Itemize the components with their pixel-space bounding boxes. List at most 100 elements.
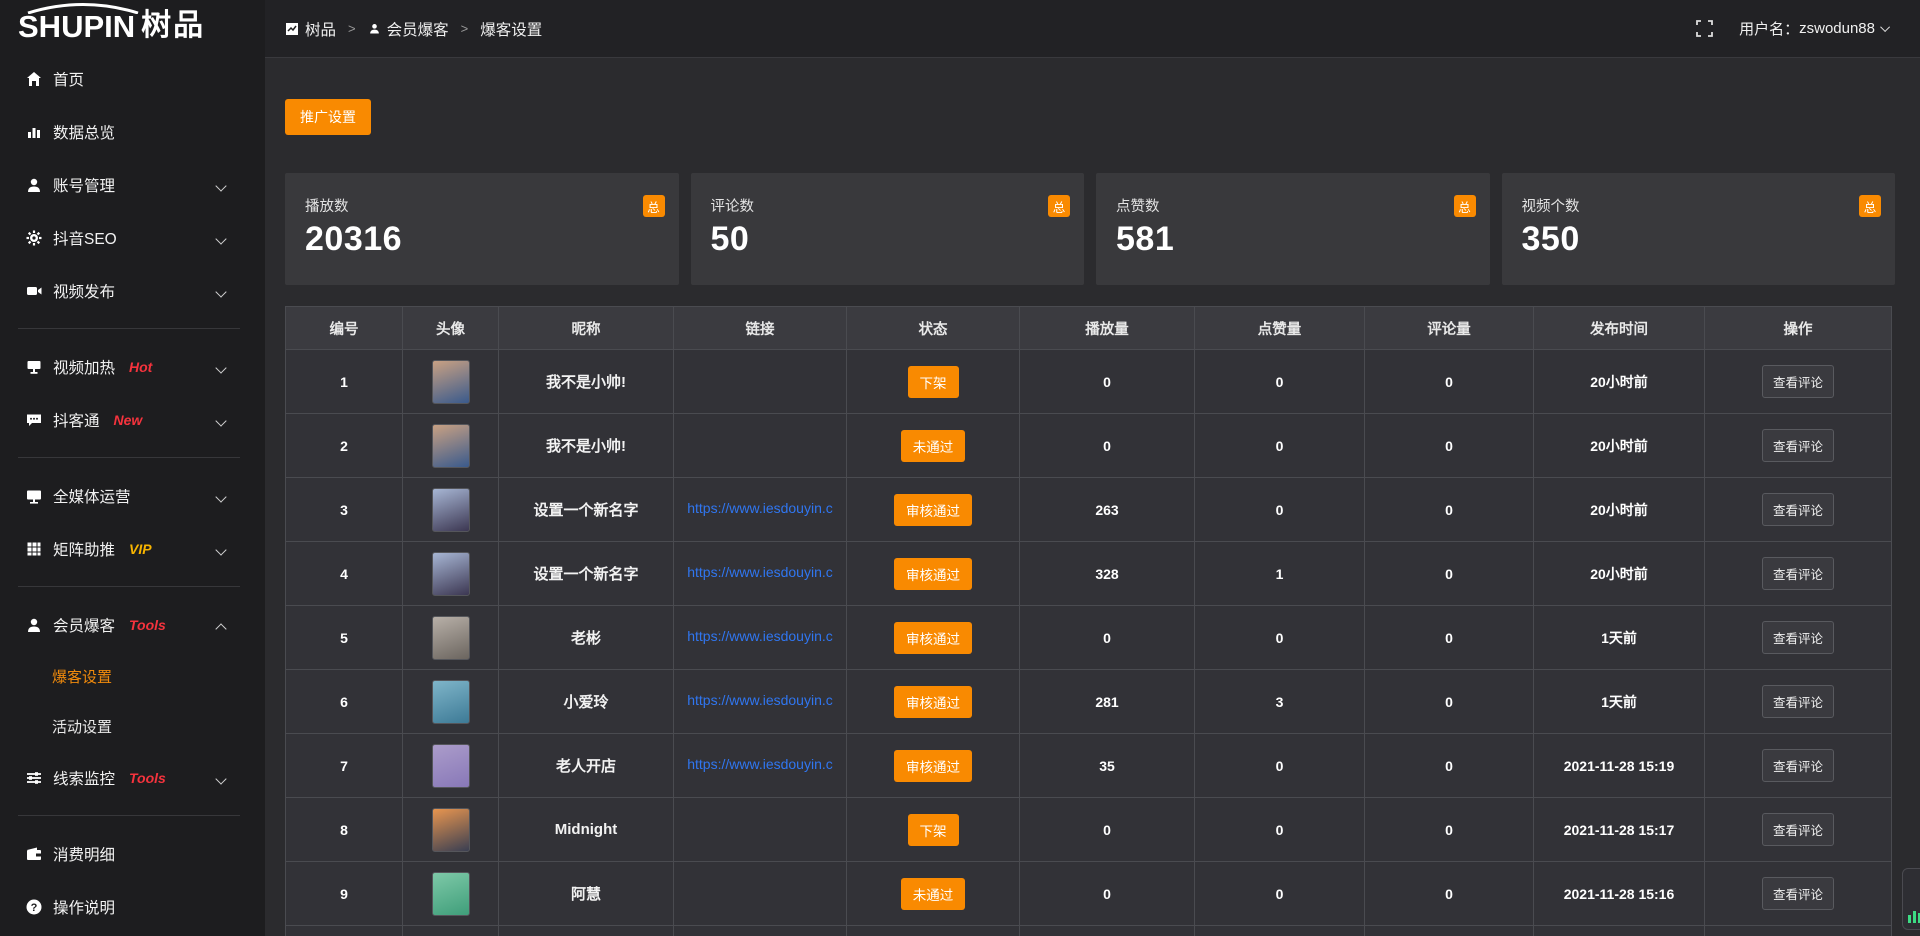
likes-count: 0 [1195,606,1365,670]
col-nickname: 昵称 [499,307,674,350]
stat-card-likes: 点赞数 581 总 [1096,173,1490,285]
user-menu[interactable]: 用户名： zswodun88 [1739,18,1890,39]
table-row: 6 小爱玲 https://www.iesdouyin.c 审核通过 281 3… [286,670,1892,734]
breadcrumb-item-app[interactable]: 树品 [285,18,336,40]
row-id: 1 [286,350,403,414]
video-link[interactable]: https://www.iesdouyin.c [687,564,833,580]
row-id: 7 [286,734,403,798]
sidebar-item-video-heat[interactable]: 视频加热 Hot [0,340,265,393]
status-button[interactable]: 审核通过 [894,558,972,590]
breadcrumb-item-member-baoke[interactable]: 会员爆客 [368,18,449,40]
sidebar-item-consumption-detail[interactable]: 消费明细 [0,827,265,880]
fullscreen-icon[interactable] [1696,20,1713,37]
video-link[interactable]: https://www.iesdouyin.c [687,692,833,708]
username-label: 用户名： [1739,18,1799,39]
row-id: 4 [286,542,403,606]
chevron-down-icon [215,491,226,502]
status-button[interactable]: 未通过 [901,878,966,910]
publish-time [1534,926,1705,936]
view-comments-button[interactable]: 查看评论 [1762,365,1834,398]
heat-icon [25,358,43,376]
sidebar-item-omnimedia[interactable]: 全媒体运营 [0,469,265,522]
video-link[interactable]: https://www.iesdouyin.c [687,756,833,772]
nickname: 老彬 [571,630,601,647]
sidebar-item-account-mgmt[interactable]: 账号管理 [0,158,265,211]
chevron-down-icon [215,544,226,555]
sidebar-nav: 首页 数据总览 账号管理 抖音SEO 视频发布 [0,52,265,933]
stat-card-videos: 视频个数 350 总 [1502,173,1896,285]
view-comments-button[interactable]: 查看评论 [1762,557,1834,590]
video-table-wrap: 编号 头像 昵称 链接 状态 播放量 点赞量 评论量 发布时间 操作 1 我不是… [285,306,1895,936]
plays-count: 0 [1020,350,1195,414]
help-icon: ? [25,898,43,916]
sidebar-item-member-baoke[interactable]: 会员爆客 Tools [0,598,265,651]
sidebar-item-data-overview[interactable]: 数据总览 [0,105,265,158]
sidebar-item-douketong[interactable]: 抖客通 New [0,393,265,446]
table-row: 8 Midnight 下架 0 0 0 2021-11-28 15:17 查看评… [286,798,1892,862]
username: zswodun88 [1799,20,1875,37]
sidebar-subitem-activity-settings[interactable]: 活动设置 [0,701,265,751]
comments-count: 0 [1365,734,1534,798]
view-comments-button[interactable]: 查看评论 [1762,429,1834,462]
col-link: 链接 [674,307,847,350]
message-icon [25,411,43,429]
sidebar-item-instructions[interactable]: ? 操作说明 [0,880,265,933]
new-badge: New [114,412,143,428]
status-button[interactable]: 下架 [908,366,959,398]
row-id: 9 [286,862,403,926]
sidebar-item-video-publish[interactable]: 视频发布 [0,264,265,317]
app-logo[interactable]: SHUPIN 树品 [0,0,265,52]
video-link[interactable]: https://www.iesdouyin.c [687,500,833,516]
status-button[interactable]: 未通过 [901,430,966,462]
view-comments-button[interactable]: 查看评论 [1762,813,1834,846]
view-comments-button[interactable]: 查看评论 [1762,685,1834,718]
breadcrumb-separator: > [348,21,356,36]
grid-icon [25,540,43,558]
stat-card-plays: 播放数 20316 总 [285,173,679,285]
row-id [286,926,403,936]
video-link[interactable]: https://www.iesdouyin.c [687,628,833,644]
stat-label: 播放数 [305,195,665,216]
sidebar-subitem-baoke-settings[interactable]: 爆客设置 [0,651,265,701]
status-button[interactable]: 审核通过 [894,494,972,526]
stat-label: 评论数 [711,195,1071,216]
row-id: 6 [286,670,403,734]
publish-time: 1天前 [1534,606,1705,670]
chevron-down-icon [215,773,226,784]
sidebar-item-clue-monitor[interactable]: 线索监控 Tools [0,751,265,804]
avatar [432,808,470,852]
sidebar-divider [18,328,240,329]
floating-widget[interactable] [1902,868,1920,930]
tools-badge: Tools [129,770,166,786]
chevron-down-icon [215,362,226,373]
promo-settings-button[interactable]: 推广设置 [285,99,371,135]
view-comments-button[interactable]: 查看评论 [1762,749,1834,782]
nickname: Midnight [555,821,617,838]
sidebar-item-home[interactable]: 首页 [0,52,265,105]
likes-count: 0 [1195,478,1365,542]
status-button[interactable]: 审核通过 [894,622,972,654]
comments-count: 0 [1365,862,1534,926]
video-table: 编号 头像 昵称 链接 状态 播放量 点赞量 评论量 发布时间 操作 1 我不是… [285,306,1892,936]
status-button[interactable]: 下架 [908,814,959,846]
chevron-down-icon [215,233,226,244]
sidebar-item-douyin-seo[interactable]: 抖音SEO [0,211,265,264]
view-comments-button[interactable]: 查看评论 [1762,621,1834,654]
avatar [432,360,470,404]
status-button[interactable]: 审核通过 [894,750,972,782]
sidebar-item-matrix-boost[interactable]: 矩阵助推 VIP [0,522,265,575]
plays-count: 0 [1020,862,1195,926]
main-content: 推广设置 播放数 20316 总 评论数 50 总 点赞数 581 总 视频个数… [265,58,1920,936]
publish-time: 20小时前 [1534,478,1705,542]
total-badge: 总 [643,195,665,217]
view-comments-button[interactable]: 查看评论 [1762,493,1834,526]
view-comments-button[interactable]: 查看评论 [1762,877,1834,910]
app-icon [285,22,299,36]
plays-count: 0 [1020,798,1195,862]
status-button[interactable]: 审核通过 [894,686,972,718]
likes-count: 0 [1195,734,1365,798]
page-title: 爆客设置 [480,18,542,40]
table-row: 3 设置一个新名字 https://www.iesdouyin.c 审核通过 2… [286,478,1892,542]
col-id: 编号 [286,307,403,350]
publish-time: 20小时前 [1534,414,1705,478]
